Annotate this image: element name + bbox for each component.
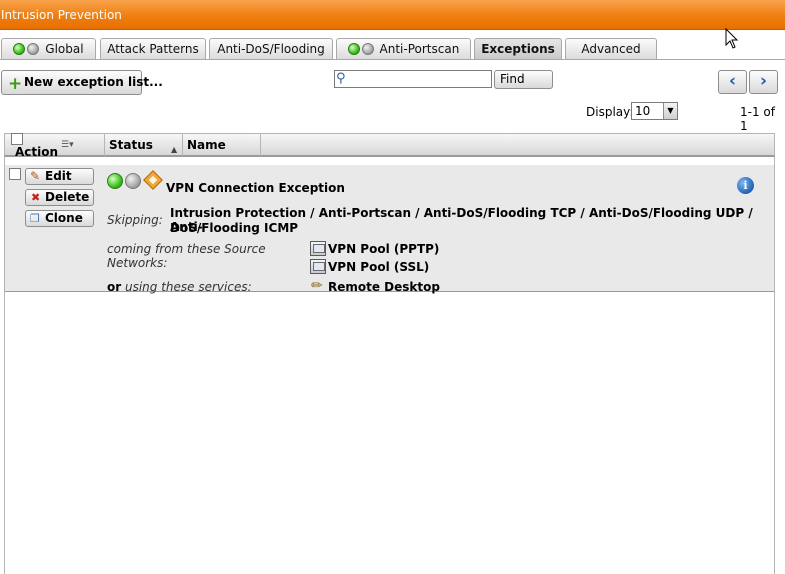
edit-label: Edit — [45, 169, 72, 183]
display-label: Display: — [586, 105, 634, 119]
tab-label: Advanced — [581, 42, 641, 56]
exception-warning-icon — [143, 170, 163, 190]
status-green-icon — [107, 173, 123, 189]
network-item[interactable]: VPN Pool (SSL) — [328, 260, 429, 274]
grid-body: ✎ Edit ✖ Delete ❐ Clone VPN Connection E… — [4, 157, 775, 574]
grid-header: Action ☰▾ Status ▲ Name — [4, 133, 775, 159]
column-status-label: Status — [109, 138, 153, 152]
column-status[interactable]: Status ▲ — [105, 134, 183, 156]
network-icon — [310, 241, 326, 256]
service-icon: ✏ — [311, 278, 323, 294]
status-grey-icon — [361, 43, 374, 55]
new-exception-list-button[interactable]: + New exception list... — [1, 70, 163, 95]
previous-page-button[interactable]: ‹ — [718, 70, 747, 94]
tab-bar: Global Attack Patterns Anti-DoS/Flooding… — [0, 38, 785, 60]
tab-attack-patterns[interactable]: Attack Patterns — [100, 38, 206, 59]
info-icon[interactable]: i — [737, 177, 754, 194]
column-action: Action ☰▾ — [5, 133, 105, 159]
network-item[interactable]: VPN Pool (PPTP) — [328, 242, 439, 256]
tab-anti-portscan[interactable]: Anti-Portscan — [336, 38, 471, 59]
status-green-icon — [347, 43, 360, 55]
tab-divider — [0, 59, 785, 60]
tab-advanced[interactable]: Advanced — [565, 38, 657, 59]
pencil-icon: ✎ — [30, 169, 41, 183]
services-label-text: using these services: — [121, 280, 252, 294]
clone-label: Clone — [45, 211, 83, 225]
chevron-down-icon: ▼ — [663, 103, 677, 119]
row-status[interactable] — [107, 173, 143, 190]
row-checkbox[interactable] — [9, 168, 21, 180]
display-count-select[interactable]: 10 ▼ — [631, 102, 678, 120]
delete-icon: ✖ — [31, 191, 41, 204]
source-networks-label-2: Networks: — [107, 256, 168, 270]
tab-label: Global — [45, 42, 84, 56]
table-row: ✎ Edit ✖ Delete ❐ Clone VPN Connection E… — [5, 165, 774, 294]
edit-button[interactable]: ✎ Edit — [25, 168, 94, 185]
search-input[interactable] — [334, 70, 492, 88]
find-button[interactable]: Find — [494, 70, 553, 89]
services-or: or — [107, 280, 122, 294]
column-name[interactable]: Name — [183, 134, 261, 156]
clone-button[interactable]: ❐ Clone — [25, 210, 94, 227]
network-icon — [310, 259, 326, 274]
service-item[interactable]: Remote Desktop — [328, 280, 440, 294]
skipping-label: Skipping: — [107, 213, 163, 227]
column-name-label: Name — [187, 138, 226, 152]
display-count-value: 10 — [635, 104, 651, 118]
tab-exceptions[interactable]: Exceptions — [474, 38, 562, 60]
search-icon: ⚲ — [336, 71, 346, 86]
tab-label: Anti-DoS/Flooding — [217, 42, 325, 56]
chevron-right-icon: › — [759, 71, 767, 91]
status-green-icon — [13, 43, 26, 55]
tab-anti-dos-flooding[interactable]: Anti-DoS/Flooding — [209, 38, 333, 59]
status-grey-icon — [125, 173, 141, 189]
clone-icon: ❐ — [30, 212, 40, 225]
mouse-cursor-icon — [725, 28, 739, 49]
window-title: Intrusion Prevention — [0, 0, 785, 30]
chevron-left-icon: ‹ — [728, 71, 736, 91]
delete-label: Delete — [45, 190, 90, 204]
next-page-button[interactable]: › — [749, 70, 778, 94]
skipping-value-line2: DoS/Flooding ICMP — [170, 221, 299, 235]
new-exception-list-label: New exception list... — [24, 75, 163, 89]
plus-icon: + — [8, 74, 23, 94]
pagination-count: 1-1 of 1 — [740, 105, 775, 133]
source-networks-label-1: coming from these Source — [107, 242, 266, 256]
status-grey-icon — [27, 43, 40, 55]
tab-label: Exceptions — [481, 42, 555, 56]
tab-global[interactable]: Global — [1, 38, 96, 59]
tab-label: Anti-Portscan — [379, 42, 460, 56]
delete-button[interactable]: ✖ Delete — [25, 189, 94, 206]
services-label: or using these services: — [107, 280, 252, 294]
tab-label: Attack Patterns — [107, 42, 199, 56]
list-icon[interactable]: ☰▾ — [61, 134, 74, 156]
row-name: VPN Connection Exception — [166, 181, 345, 195]
